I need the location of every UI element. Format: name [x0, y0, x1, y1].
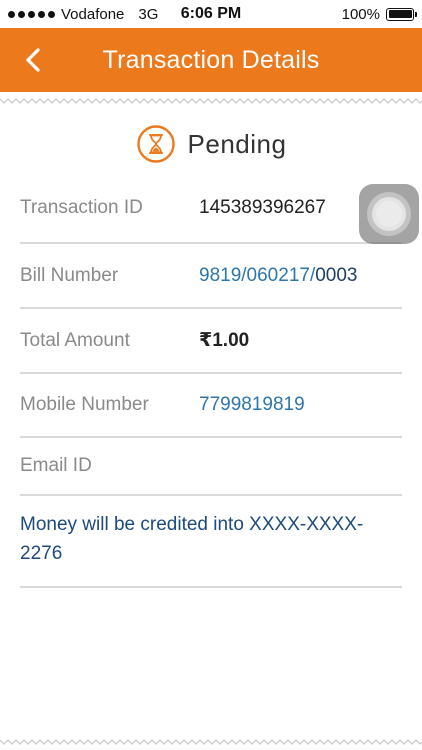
field-total-amount: Total Amount ₹1.00	[20, 309, 402, 374]
total-amount-value: ₹1.00	[199, 330, 250, 351]
status-left: Vodafone 3G	[8, 6, 158, 23]
field-label: Email ID	[20, 455, 92, 476]
field-label: Bill Number	[20, 264, 119, 286]
chevron-left-icon	[26, 48, 40, 72]
bill-number-part: 9819/060217/	[199, 264, 316, 286]
transaction-id-value: 145389396267	[199, 197, 326, 218]
carrier-name: Vodafone	[61, 5, 125, 23]
bill-number-part: 0003	[315, 264, 358, 286]
field-label: Transaction ID	[20, 197, 143, 218]
assistive-touch-button[interactable]	[359, 184, 419, 244]
field-label: Mobile Number	[20, 394, 149, 415]
zigzag-divider-bottom	[0, 739, 422, 745]
bill-number-value[interactable]: 9819/060217/0003	[199, 265, 358, 287]
status-bar: Vodafone 3G 6:06 PM 100%	[0, 0, 422, 28]
field-bill-number: Bill Number 9819/060217/0003	[20, 244, 402, 309]
field-mobile-number: Mobile Number 7799819819	[20, 374, 402, 438]
back-button[interactable]	[18, 44, 48, 76]
field-label: Total Amount	[20, 329, 130, 351]
credit-message: Money will be credited into XXXX-XXXX-22…	[20, 510, 402, 588]
battery-percent: 100%	[341, 5, 380, 23]
status-label: Pending	[187, 128, 287, 159]
page-title: Transaction Details	[102, 45, 320, 74]
hourglass-icon	[136, 125, 175, 163]
battery-icon	[386, 7, 417, 21]
signal-strength-icon	[8, 10, 55, 18]
nav-bar: Transaction Details	[0, 28, 422, 92]
status-row: Pending	[0, 124, 422, 164]
field-transaction-id: Transaction ID 145389396267	[20, 174, 402, 244]
mobile-number-link[interactable]: 7799819819	[199, 394, 305, 416]
status-right: 100%	[341, 5, 417, 23]
zigzag-divider-top	[0, 98, 422, 104]
network-type: 3G	[138, 5, 159, 23]
field-email-id: Email ID	[20, 438, 402, 496]
